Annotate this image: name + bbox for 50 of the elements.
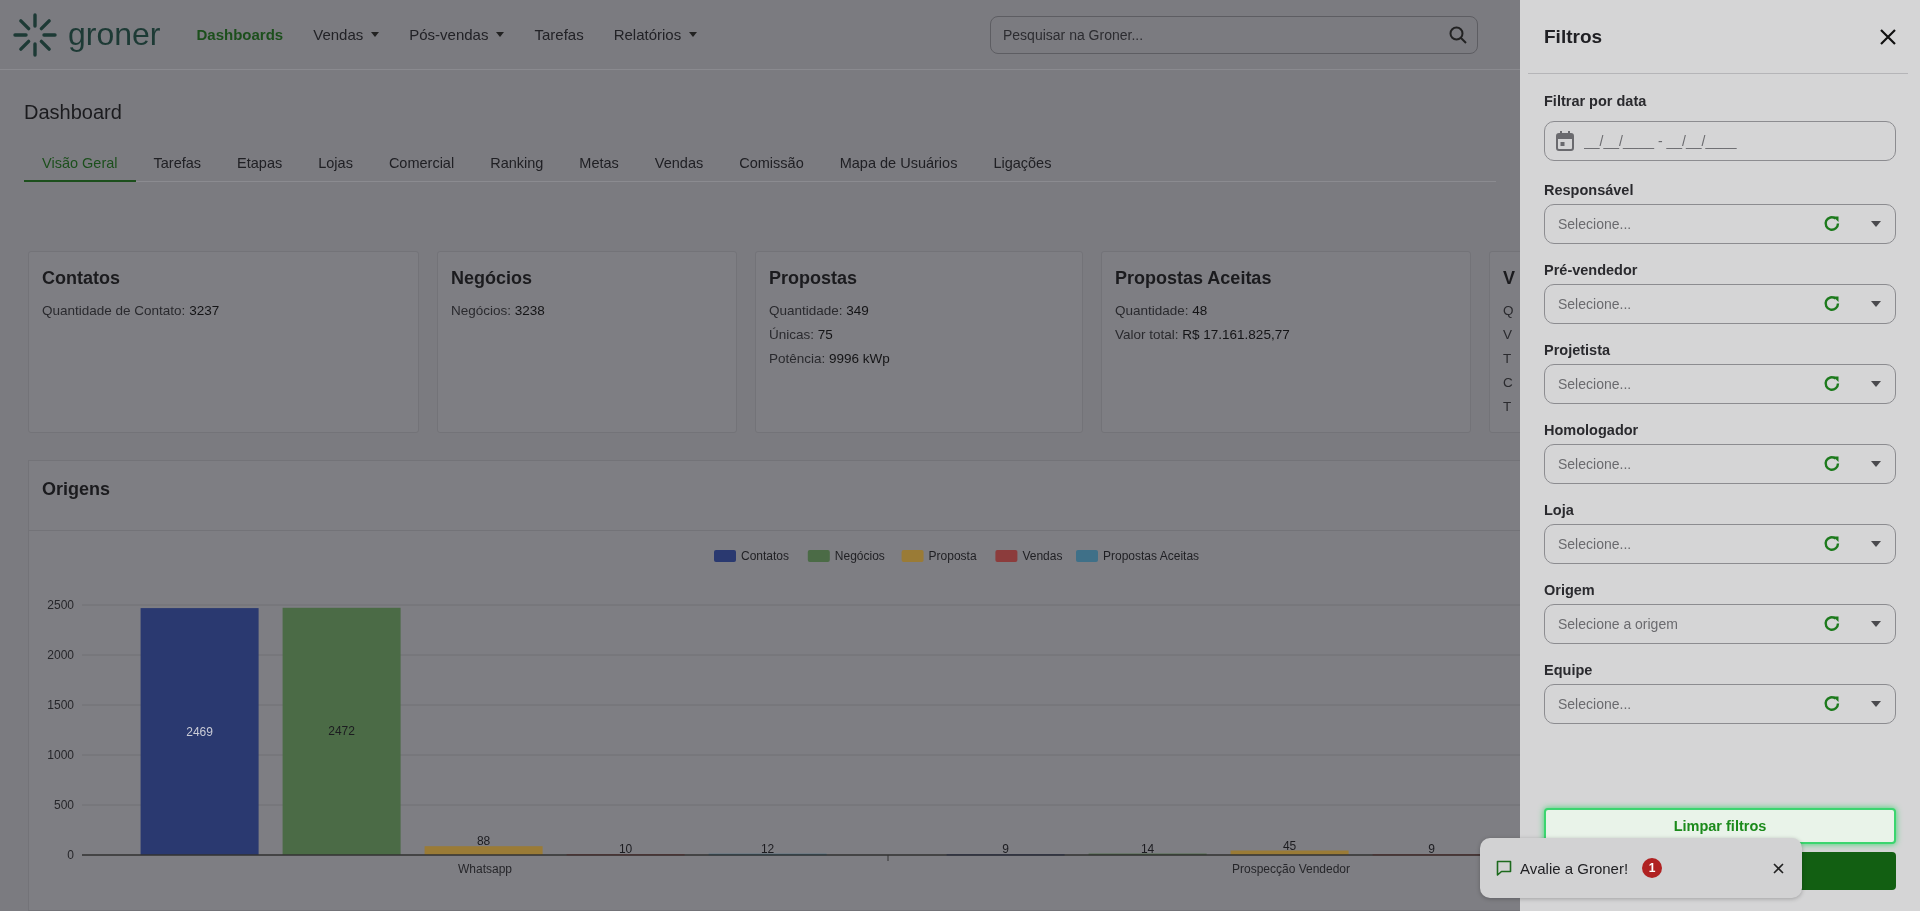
field-label: Homologador [1544,421,1640,440]
value-label: 14 [1140,841,1155,856]
stat-line: Negócios: 3238 [451,303,546,318]
card-title: Propostas [769,268,859,289]
field-label: Loja [1544,501,1575,520]
axis-label: Whatsapp [458,862,512,876]
card-title: Negócios [451,268,534,289]
stat-line: Únicas: 75 [769,327,834,342]
stat-line: Quantidade: 349 [769,303,870,318]
value-label: 9 [1002,842,1009,857]
value-label: 10 [618,842,633,856]
field-label: Pré-vendedor [1544,261,1639,280]
value-label: 12 [760,841,775,856]
stat-line: Potência: 9996 kWp [769,351,891,366]
legend-label: Vendas [1022,549,1063,563]
value-label: 9 [1428,842,1435,857]
axis-label: 1500 [47,698,74,712]
field-label: Projetista [1544,341,1612,360]
axis-label: 500 [53,798,74,812]
stat-line: C [1503,375,1514,390]
stat-line: Quantidade: 48 [1115,303,1209,318]
stat-line: Quantidade de Contato: 3237 [42,303,221,318]
page-title: Dashboard [24,101,123,124]
legend-label: Negócios [834,549,885,563]
value-label: 2472 [328,724,355,739]
axis-label: 0 [67,848,74,862]
card-title: V [1503,268,1516,289]
axis-label: Prospecção Vendedor [1231,862,1351,876]
field-label: Origem [1544,581,1596,600]
value-label: 45 [1282,838,1297,853]
card-title: Contatos [42,268,121,289]
field-label: Responsável [1544,181,1635,200]
count-badge: 1 [1642,858,1663,878]
stat-line: T [1503,351,1513,366]
value-label: 2469 [186,724,213,739]
field-label: Equipe [1544,661,1594,680]
axis-label: 1000 [47,748,74,762]
field-label: Filtrar por data [1544,92,1648,111]
panel-title: Filtros [1544,25,1603,48]
legend-label: Proposta [928,549,977,563]
stat-line: Q [1503,303,1515,318]
legend-label: Propostas Aceitas [1103,549,1200,563]
stat-line: Valor total: R$ 17.161.825,77 [1115,327,1291,342]
axis-label: 2500 [47,598,74,612]
value-label: 88 [476,834,491,849]
axis-label: 2000 [47,648,74,662]
legend-label: Contatos [741,549,790,563]
stat-line: T [1503,399,1513,414]
card-title: Propostas Aceitas [1115,268,1273,289]
stat-line: V [1503,327,1513,342]
